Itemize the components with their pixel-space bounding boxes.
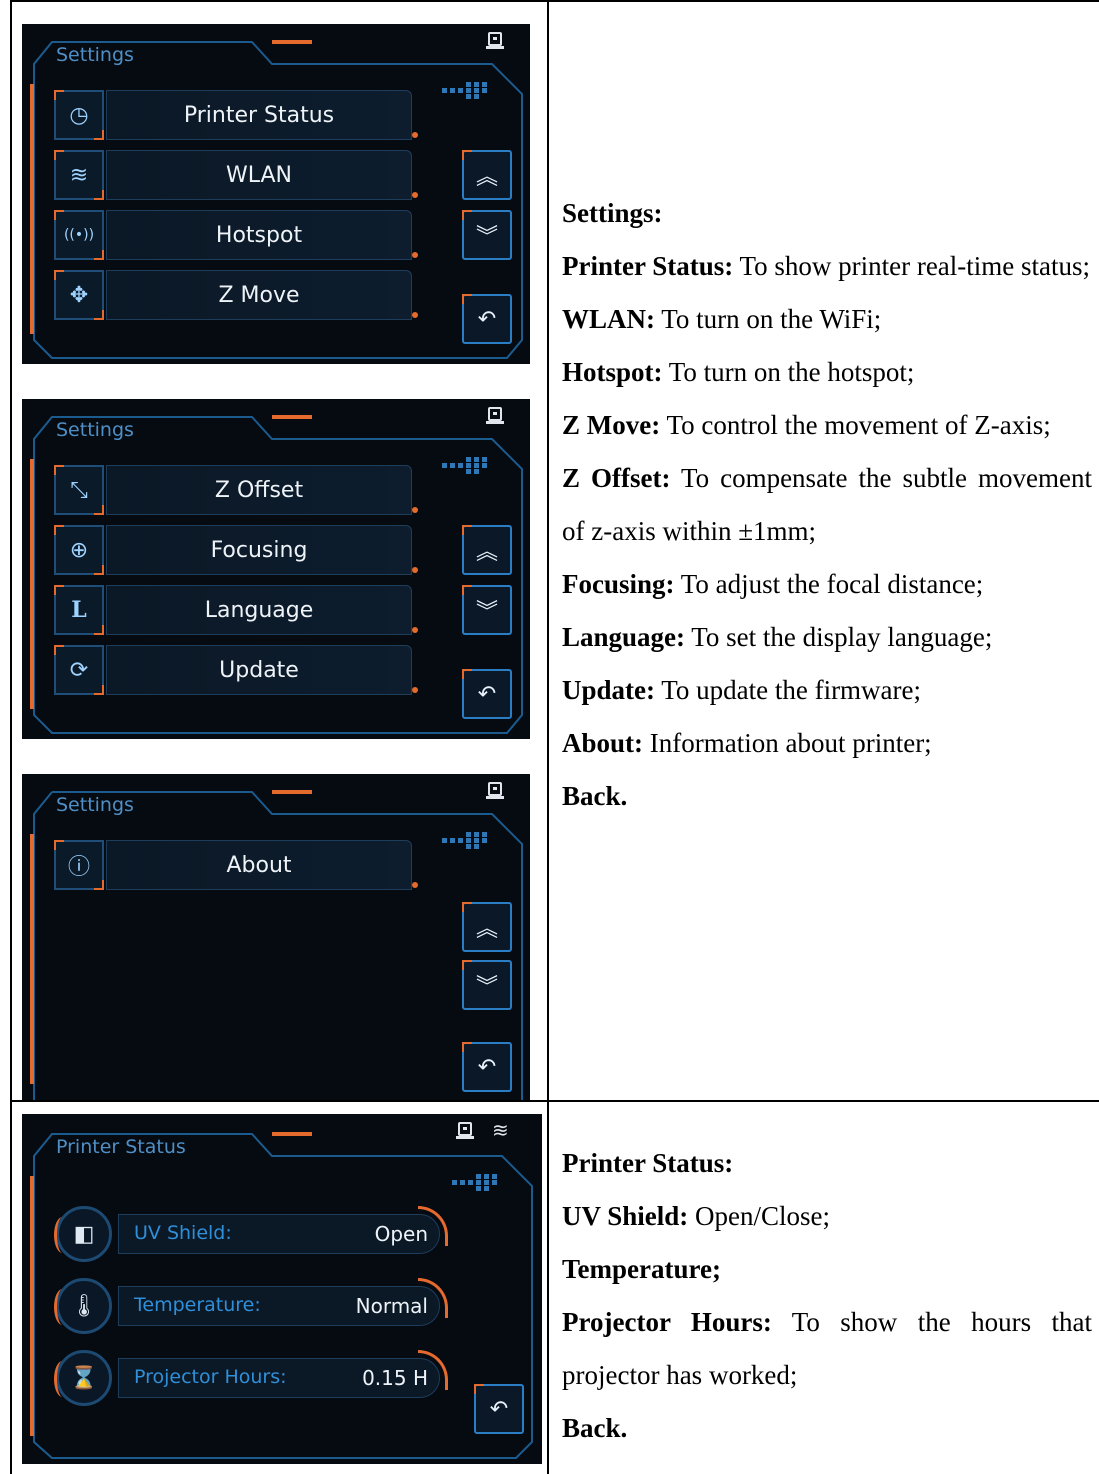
desc-back: Back. [562, 781, 628, 811]
table-border-top [10, 0, 1099, 2]
scroll-down-button[interactable]: ︾ [462, 960, 512, 1010]
desc-z-offset: Z Offset: To compensate the subtle movem… [562, 463, 1092, 546]
table-border-left [10, 0, 12, 1474]
menu-item-label: Printer Status [183, 102, 335, 128]
hotspot-icon: ((•)) [54, 210, 104, 260]
offset-icon: ⤡ [54, 465, 104, 515]
section-heading: Printer Status: [562, 1148, 734, 1178]
menu-item-label: Focusing [210, 537, 308, 563]
back-button[interactable]: ↶ [462, 1042, 512, 1092]
usb-icon [486, 407, 504, 424]
menu-item-z-offset[interactable]: ⤡ Z Offset [54, 465, 418, 515]
language-icon: L [54, 585, 104, 635]
printer-status-screen: Printer Status ≋ ◧ UV Shield: Open 🌡 Tem… [22, 1114, 542, 1464]
settings-screen-1: Settings ◷ Printer Status ≋ WLAN ((•)) H… [22, 24, 530, 364]
desc-back: Back. [562, 1413, 628, 1443]
status-label: Projector Hours: [134, 1366, 287, 1388]
wifi-icon: ≋ [492, 1118, 509, 1142]
desc-hotspot: Hotspot: To turn on the hotspot; [562, 357, 915, 387]
move-icon: ✥ [54, 270, 104, 320]
section-heading: Settings: [562, 198, 663, 228]
scroll-down-button[interactable]: ︾ [462, 210, 512, 260]
desc-wlan: WLAN: To turn on the WiFi; [562, 304, 882, 334]
status-row-uv-shield: ◧ UV Shield: Open [54, 1206, 448, 1262]
menu-item-printer-status[interactable]: ◷ Printer Status [54, 90, 418, 140]
thermometer-icon: 🌡 [54, 1278, 112, 1334]
desc-uv-shield: UV Shield: Open/Close; [562, 1201, 831, 1231]
desc-projector-hours: Projector Hours: To show the hours that … [562, 1307, 1092, 1390]
menu-item-focusing[interactable]: ⊕ Focusing [54, 525, 418, 575]
status-description: Printer Status: UV Shield: Open/Close; T… [562, 1137, 1092, 1455]
back-button[interactable]: ↶ [474, 1384, 524, 1434]
back-button[interactable]: ↶ [462, 669, 512, 719]
scroll-down-button[interactable]: ︾ [462, 585, 512, 635]
hourglass-icon: ⌛ [54, 1350, 112, 1406]
desc-language: Language: To set the display language; [562, 622, 993, 652]
clock-icon: ◷ [54, 90, 104, 140]
desc-temperature: Temperature; [562, 1254, 721, 1284]
desc-about: About: Information about printer; [562, 728, 932, 758]
crosshair-icon: ⊕ [54, 525, 104, 575]
menu-item-hotspot[interactable]: ((•)) Hotspot [54, 210, 418, 260]
scroll-up-button[interactable]: ︽ [462, 902, 512, 952]
screen-frame [30, 790, 523, 1100]
refresh-icon: ⟳ [54, 645, 104, 695]
usb-icon [486, 32, 504, 49]
menu-item-label: Hotspot [215, 222, 303, 248]
menu-item-label: Z Offset [214, 477, 304, 503]
table-divider-vertical [547, 0, 549, 1474]
uv-shield-icon: ◧ [54, 1206, 112, 1262]
menu-item-label: Language [204, 597, 314, 623]
usb-icon [486, 782, 504, 799]
desc-update: Update: To update the firmware; [562, 675, 922, 705]
desc-z-move: Z Move: To control the movement of Z-axi… [562, 410, 1051, 440]
status-row-temperature: 🌡 Temperature: Normal [54, 1278, 448, 1334]
settings-screen-3: Settings ⓘ About ︽ ︾ ↶ [22, 774, 530, 1100]
menu-item-label: Update [219, 657, 299, 683]
scroll-up-button[interactable]: ︽ [462, 150, 512, 200]
status-row-projector-hours: ⌛ Projector Hours: 0.15 H [54, 1350, 448, 1406]
menu-item-label: About [226, 852, 292, 878]
scroll-up-button[interactable]: ︽ [462, 525, 512, 575]
settings-screen-2: Settings ⤡ Z Offset ⊕ Focusing L Languag… [22, 399, 530, 739]
table-divider-horizontal [10, 1100, 1099, 1102]
menu-item-about[interactable]: ⓘ About [54, 840, 418, 890]
desc-focusing: Focusing: To adjust the focal distance; [562, 569, 984, 599]
menu-item-label: WLAN [225, 162, 293, 188]
back-button[interactable]: ↶ [462, 294, 512, 344]
usb-icon [456, 1122, 474, 1139]
screen-title: Printer Status [56, 1136, 186, 1158]
info-icon: ⓘ [54, 840, 104, 890]
wifi-icon: ≋ [54, 150, 104, 200]
menu-item-update[interactable]: ⟳ Update [54, 645, 418, 695]
screen-title: Settings [56, 419, 134, 441]
status-label: UV Shield: [134, 1222, 232, 1244]
screen-title: Settings [56, 794, 134, 816]
menu-item-wlan[interactable]: ≋ WLAN [54, 150, 418, 200]
desc-printer-status: Printer Status: To show printer real-tim… [562, 251, 1091, 281]
screen-title: Settings [56, 44, 134, 66]
menu-item-language[interactable]: L Language [54, 585, 418, 635]
status-label: Temperature: [134, 1294, 261, 1316]
menu-item-label: Z Move [218, 282, 300, 308]
settings-description: Settings: Printer Status: To show printe… [562, 187, 1092, 823]
menu-item-z-move[interactable]: ✥ Z Move [54, 270, 418, 320]
